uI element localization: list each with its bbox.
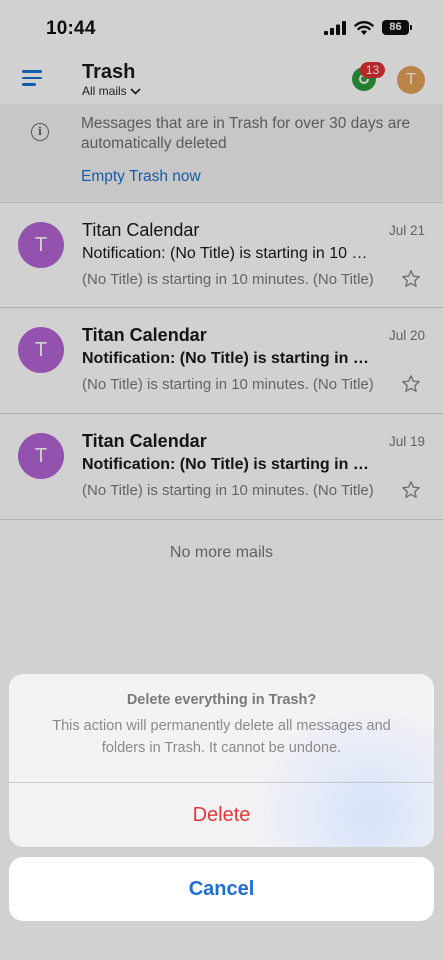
cancel-button[interactable]: Cancel <box>9 857 434 921</box>
dialog-message: This action will permanently delete all … <box>52 718 391 756</box>
dialog-title: Delete everything in Trash? <box>126 692 317 708</box>
delete-button[interactable]: Delete <box>9 783 434 847</box>
delete-confirm-sheet: Delete everything in Trash? This action … <box>9 674 434 847</box>
